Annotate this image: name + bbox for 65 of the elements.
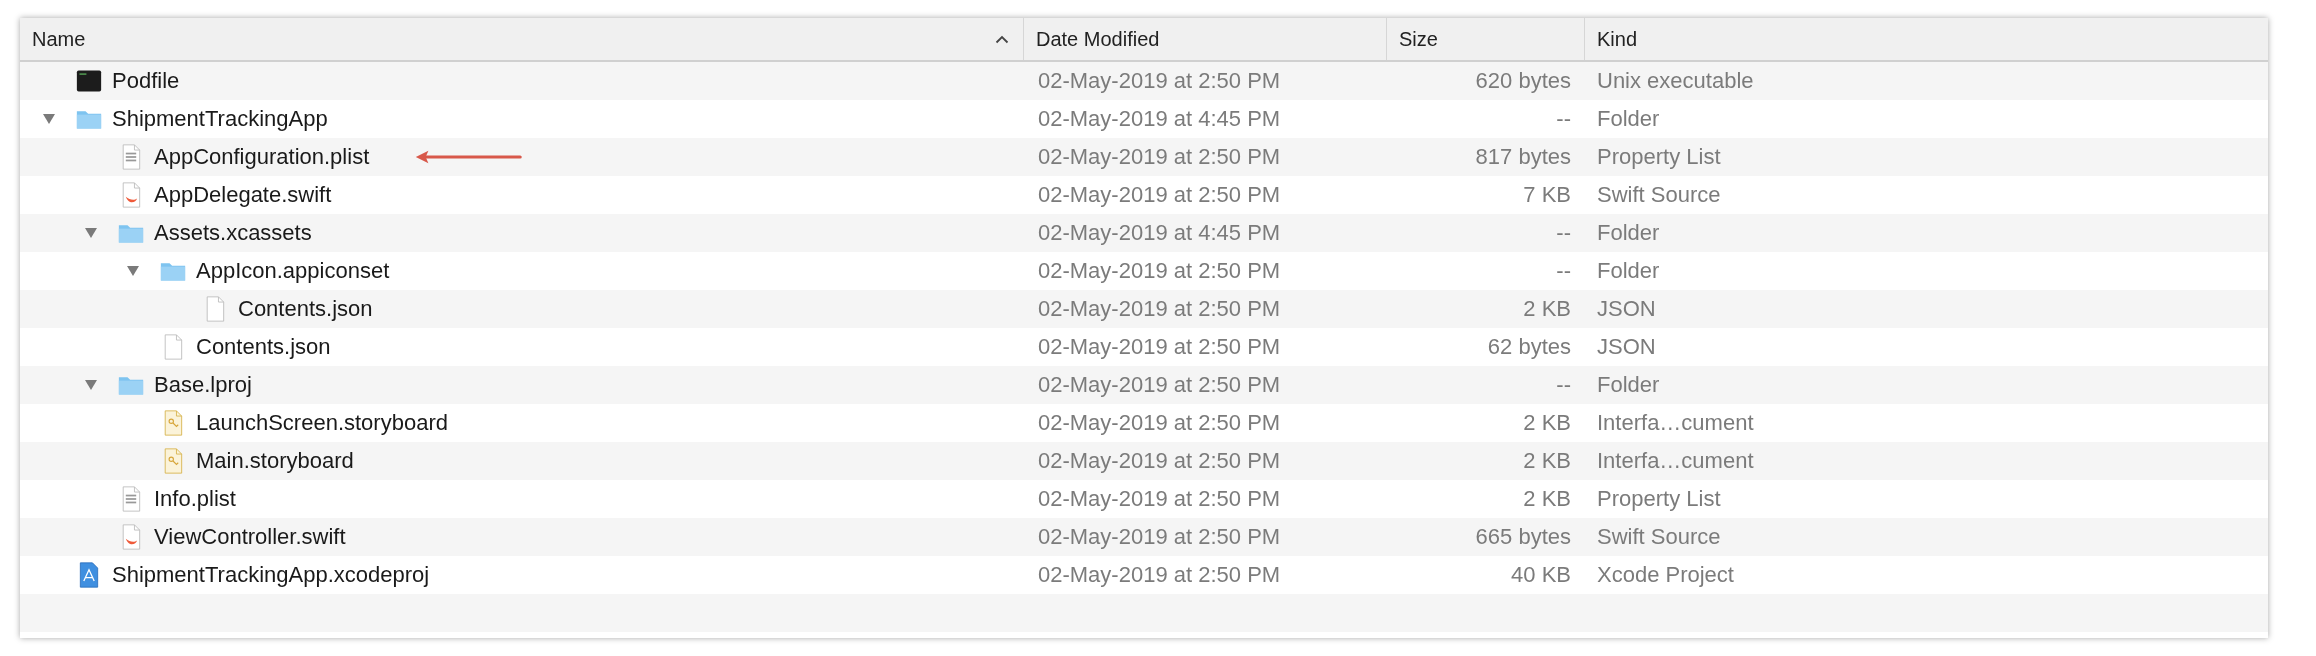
disclosure-triangle[interactable] <box>84 226 98 240</box>
file-name[interactable]: AppDelegate.swift <box>154 182 332 208</box>
disclosure-triangle[interactable] <box>42 112 56 126</box>
column-header[interactable]: Size <box>1387 18 1585 60</box>
file-name[interactable]: ShipmentTrackingApp <box>112 106 328 132</box>
column-header[interactable]: Name <box>20 18 1024 60</box>
sort-caret-icon <box>995 34 1009 44</box>
file-kind: Swift Source <box>1597 524 1721 550</box>
date-modified: 02-May-2019 at 4:45 PM <box>1038 220 1281 246</box>
file-size: 40 KB <box>1511 562 1571 588</box>
file-kind: Swift Source <box>1597 182 1721 208</box>
date-modified: 02-May-2019 at 2:50 PM <box>1038 448 1281 474</box>
date-modified: 02-May-2019 at 2:50 PM <box>1038 410 1281 436</box>
file-size: 2 KB <box>1523 448 1571 474</box>
file-size: 665 bytes <box>1475 524 1571 550</box>
file-name[interactable]: Assets.xcassets <box>154 220 312 246</box>
file-kind: Folder <box>1597 106 1660 132</box>
date-modified: 02-May-2019 at 2:50 PM <box>1038 334 1281 360</box>
column-header[interactable]: Kind <box>1585 18 2268 60</box>
file-kind: JSON <box>1597 334 1656 360</box>
file-size: -- <box>1556 372 1571 398</box>
file-kind: Unix executable <box>1597 68 1754 94</box>
file-name[interactable]: AppConfiguration.plist <box>154 144 370 170</box>
file-name[interactable]: Main.storyboard <box>196 448 354 474</box>
file-size: -- <box>1556 258 1571 284</box>
file-size: 62 bytes <box>1487 334 1571 360</box>
file-size: -- <box>1556 220 1571 246</box>
date-modified: 02-May-2019 at 2:50 PM <box>1038 372 1281 398</box>
file-kind: Interfa…cument <box>1597 410 1754 436</box>
file-size: 2 KB <box>1523 296 1571 322</box>
file-size: 7 KB <box>1523 182 1571 208</box>
file-kind: Property List <box>1597 486 1721 512</box>
file-size: 817 bytes <box>1475 144 1571 170</box>
file-name[interactable]: ViewController.swift <box>154 524 346 550</box>
file-size: 2 KB <box>1523 486 1571 512</box>
file-name[interactable]: Podfile <box>112 68 180 94</box>
date-modified: 02-May-2019 at 2:50 PM <box>1038 562 1281 588</box>
file-name[interactable]: Base.lproj <box>154 372 252 398</box>
date-modified: 02-May-2019 at 2:50 PM <box>1038 524 1281 550</box>
date-modified: 02-May-2019 at 2:50 PM <box>1038 258 1281 284</box>
file-name[interactable]: AppIcon.appiconset <box>196 258 390 284</box>
file-kind: Folder <box>1597 372 1660 398</box>
file-name[interactable]: Contents.json <box>196 334 331 360</box>
file-kind: Folder <box>1597 220 1660 246</box>
date-modified: 02-May-2019 at 2:50 PM <box>1038 182 1281 208</box>
date-modified: 02-May-2019 at 4:45 PM <box>1038 106 1281 132</box>
file-name[interactable]: ShipmentTrackingApp.xcodeproj <box>112 562 430 588</box>
disclosure-triangle[interactable] <box>84 378 98 392</box>
date-modified: 02-May-2019 at 2:50 PM <box>1038 296 1281 322</box>
date-modified: 02-May-2019 at 2:50 PM <box>1038 68 1281 94</box>
file-kind: Property List <box>1597 144 1721 170</box>
file-size: 620 bytes <box>1475 68 1571 94</box>
file-kind: Folder <box>1597 258 1660 284</box>
file-kind: Xcode Project <box>1597 562 1734 588</box>
date-modified: 02-May-2019 at 2:50 PM <box>1038 486 1281 512</box>
disclosure-triangle[interactable] <box>126 264 140 278</box>
file-size: 2 KB <box>1523 410 1571 436</box>
file-size: -- <box>1556 106 1571 132</box>
file-name[interactable]: Contents.json <box>238 296 373 322</box>
column-header[interactable]: Date Modified <box>1024 18 1387 60</box>
date-modified: 02-May-2019 at 2:50 PM <box>1038 144 1281 170</box>
file-name[interactable]: Info.plist <box>154 486 236 512</box>
file-name[interactable]: LaunchScreen.storyboard <box>196 410 448 436</box>
file-kind: JSON <box>1597 296 1656 322</box>
file-kind: Interfa…cument <box>1597 448 1754 474</box>
